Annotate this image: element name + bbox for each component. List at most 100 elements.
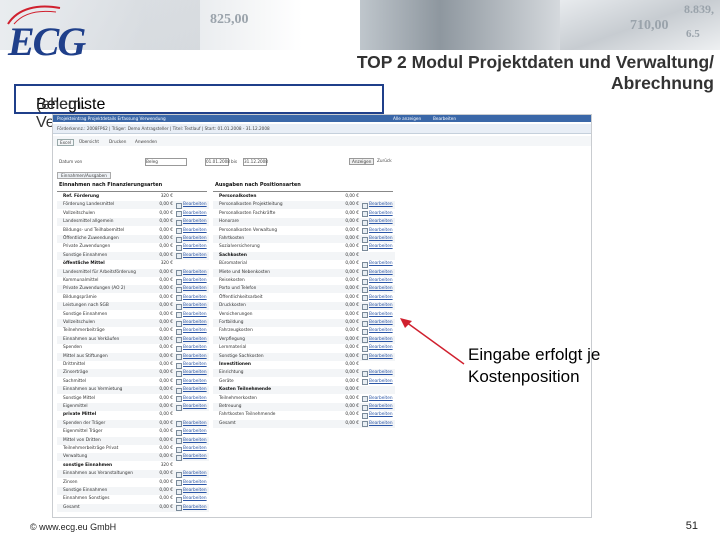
reset-button[interactable]: Zurück	[377, 158, 392, 163]
edit-icon[interactable]	[176, 295, 182, 302]
edit-icon[interactable]	[362, 370, 368, 377]
edit-link[interactable]: Bearbeiten	[183, 479, 207, 487]
edit-link[interactable]: Bearbeiten	[183, 243, 207, 251]
edit-icon[interactable]	[176, 480, 182, 487]
edit-icon[interactable]	[362, 270, 368, 277]
edit-icon[interactable]	[176, 379, 182, 386]
date-to-input[interactable]: 31.12.2008	[243, 158, 268, 166]
edit-icon[interactable]	[176, 244, 182, 251]
edit-icon[interactable]	[362, 236, 368, 243]
edit-icon[interactable]	[362, 219, 368, 226]
edit-link[interactable]: Bearbeiten	[183, 252, 207, 260]
edit-icon[interactable]	[362, 286, 368, 293]
edit-link[interactable]: Bearbeiten	[369, 369, 393, 377]
edit-link[interactable]: Bearbeiten	[183, 453, 207, 461]
edit-icon[interactable]	[176, 496, 182, 503]
edit-link[interactable]: Bearbeiten	[369, 285, 393, 293]
edit-icon[interactable]	[362, 278, 368, 285]
edit-link[interactable]: Bearbeiten	[183, 361, 207, 369]
edit-link[interactable]: Bearbeiten	[183, 504, 207, 512]
edit-link[interactable]: Bearbeiten	[183, 420, 207, 428]
edit-icon[interactable]	[176, 362, 182, 369]
edit-icon[interactable]	[362, 312, 368, 319]
edit-link[interactable]: Bearbeiten	[369, 243, 393, 251]
edit-icon[interactable]	[176, 354, 182, 361]
edit-icon[interactable]	[362, 320, 368, 327]
edit-icon[interactable]	[362, 295, 368, 302]
edit-link[interactable]: Bearbeiten	[369, 227, 393, 235]
edit-link[interactable]: Bearbeiten	[369, 269, 393, 277]
edit-icon[interactable]	[362, 303, 368, 310]
edit-link[interactable]: Bearbeiten	[183, 285, 207, 293]
edit-icon[interactable]	[176, 236, 182, 243]
edit-link[interactable]: Bearbeiten	[369, 319, 393, 327]
edit-link[interactable]: Bearbeiten	[369, 403, 393, 411]
edit-link[interactable]: Bearbeiten	[369, 201, 393, 209]
edit-link[interactable]: Bearbeiten	[369, 210, 393, 218]
edit-icon[interactable]	[176, 328, 182, 335]
edit-link[interactable]: Bearbeiten	[369, 344, 393, 352]
edit-icon[interactable]	[362, 412, 368, 419]
edit-icon[interactable]	[176, 270, 182, 277]
edit-link[interactable]: Bearbeiten	[183, 445, 207, 453]
edit-icon[interactable]	[176, 303, 182, 310]
edit-icon[interactable]	[362, 261, 368, 268]
edit-link[interactable]: Bearbeiten	[183, 235, 207, 243]
show-button[interactable]: Anzeigen	[349, 158, 375, 165]
edit-icon[interactable]	[362, 228, 368, 235]
edit-icon[interactable]	[362, 337, 368, 344]
overview-button[interactable]: Übersicht	[79, 139, 99, 144]
tab-income-expenses[interactable]: Einnahmen/Ausgaben	[57, 172, 111, 179]
edit-icon[interactable]	[176, 446, 182, 453]
edit-link[interactable]: Bearbeiten	[183, 386, 207, 394]
excel-button[interactable]: Excel	[57, 139, 75, 146]
edit-link[interactable]: Bearbeiten	[369, 260, 393, 268]
edit-link[interactable]: Bearbeiten	[183, 487, 207, 495]
edit-link[interactable]: Bearbeiten	[369, 311, 393, 319]
edit-link[interactable]: Bearbeiten	[369, 378, 393, 386]
edit-icon[interactable]	[362, 244, 368, 251]
edit-icon[interactable]	[362, 379, 368, 386]
edit-link[interactable]: Bearbeiten	[183, 269, 207, 277]
edit-icon[interactable]	[362, 328, 368, 335]
edit-link[interactable]: Bearbeiten	[183, 210, 207, 218]
edit-icon[interactable]	[176, 337, 182, 344]
edit-link[interactable]: Bearbeiten	[369, 277, 393, 285]
edit-icon[interactable]	[176, 429, 182, 436]
edit-link[interactable]: Bearbeiten	[183, 369, 207, 377]
edit-link[interactable]: Bearbeiten	[183, 428, 207, 436]
edit-link[interactable]: Bearbeiten	[369, 420, 393, 428]
edit-icon[interactable]	[176, 211, 182, 218]
filter-select[interactable]: Beleg	[145, 158, 187, 166]
edit-link[interactable]: Bearbeiten	[183, 495, 207, 503]
edit-icon[interactable]	[176, 505, 182, 512]
edit-icon[interactable]	[176, 387, 182, 394]
edit-icon[interactable]	[362, 421, 368, 428]
app-nav-items[interactable]: Projekteintrag Projektdetails Erfassung …	[57, 116, 166, 121]
edit-link[interactable]: Bearbeiten	[183, 353, 207, 361]
status-link[interactable]: Bearbeiten	[433, 116, 456, 121]
edit-link[interactable]: Bearbeiten	[369, 327, 393, 335]
edit-link[interactable]: Bearbeiten	[183, 470, 207, 478]
apply-button[interactable]: Anwenden	[135, 139, 157, 144]
edit-icon[interactable]	[362, 404, 368, 411]
edit-link[interactable]: Bearbeiten	[369, 353, 393, 361]
edit-link[interactable]: Bearbeiten	[183, 277, 207, 285]
edit-icon[interactable]	[176, 488, 182, 495]
edit-link[interactable]: Bearbeiten	[369, 235, 393, 243]
edit-link[interactable]: Bearbeiten	[369, 395, 393, 403]
edit-link[interactable]: Bearbeiten	[183, 378, 207, 386]
edit-link[interactable]: Bearbeiten	[183, 327, 207, 335]
edit-link[interactable]: Bearbeiten	[183, 311, 207, 319]
edit-icon[interactable]	[362, 354, 368, 361]
edit-link[interactable]: Bearbeiten	[183, 437, 207, 445]
edit-link[interactable]: Bearbeiten	[183, 201, 207, 209]
edit-icon[interactable]	[176, 370, 182, 377]
edit-link[interactable]: Bearbeiten	[369, 302, 393, 310]
edit-icon[interactable]	[176, 404, 182, 411]
edit-link[interactable]: Bearbeiten	[369, 411, 393, 419]
edit-icon[interactable]	[176, 286, 182, 293]
edit-icon[interactable]	[176, 421, 182, 428]
edit-link[interactable]: Bearbeiten	[183, 403, 207, 411]
edit-icon[interactable]	[362, 396, 368, 403]
